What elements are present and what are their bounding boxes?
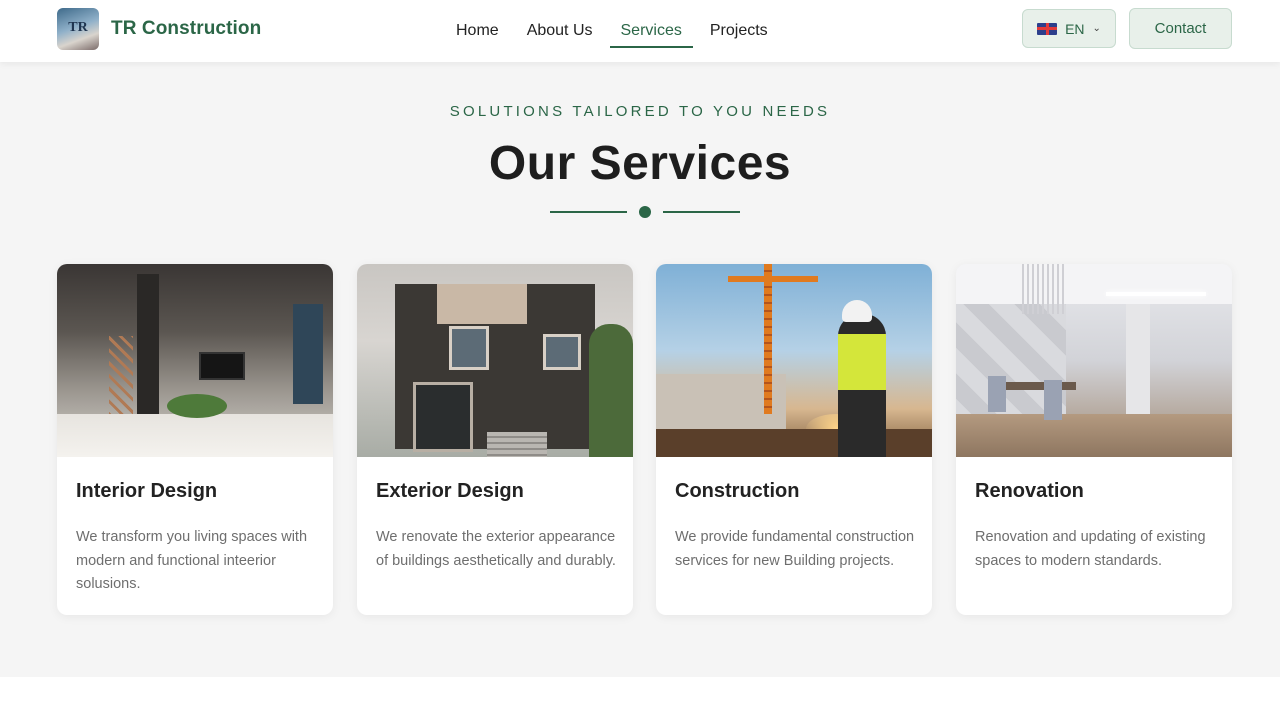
title-divider — [550, 205, 740, 219]
card-description: We renovate the exterior appearance of b… — [376, 529, 616, 569]
card-description: We provide fundamental construction serv… — [675, 529, 915, 569]
card-description: Renovation and updating of existing spac… — [975, 529, 1206, 569]
interior-design-image — [57, 264, 333, 457]
nav-item-home[interactable]: Home — [456, 0, 510, 62]
nav-item-about-us[interactable]: About Us — [516, 0, 604, 62]
nav-item-projects[interactable]: Projects — [699, 0, 779, 62]
card-description: We transform you living spaces with mode… — [76, 529, 308, 592]
language-code: EN — [1065, 20, 1085, 37]
contact-button[interactable]: Contact — [1129, 8, 1232, 49]
card-title: Exterior Design — [376, 480, 524, 502]
service-card-construction[interactable]: Construction We provide fundamental cons… — [656, 264, 932, 615]
brand-logo[interactable]: TR — [57, 8, 99, 50]
section-title: Our Services — [488, 137, 792, 190]
brand-name[interactable]: TR Construction — [111, 18, 261, 40]
divider-dot — [639, 206, 651, 218]
card-title: Renovation — [975, 480, 1084, 502]
service-card-exterior-design[interactable]: Exterior Design We renovate the exterior… — [357, 264, 633, 615]
language-selector[interactable]: EN ⌄ — [1022, 9, 1116, 48]
brand[interactable]: TR TR Construction — [57, 8, 261, 50]
service-card-renovation[interactable]: Renovation Renovation and updating of ex… — [956, 264, 1232, 615]
exterior-design-image — [357, 264, 633, 457]
logo-text: TR — [68, 20, 88, 35]
divider-line-left — [550, 211, 627, 213]
site-header: TR TR Construction Home About Us Service… — [0, 0, 1280, 62]
renovation-image — [956, 264, 1232, 457]
card-title: Construction — [675, 480, 800, 502]
construction-image — [656, 264, 932, 457]
divider-line-right — [663, 211, 740, 213]
card-title: Interior Design — [76, 480, 218, 502]
main-nav: Home About Us Services Projects — [456, 0, 779, 62]
nav-item-services[interactable]: Services — [609, 0, 694, 62]
section-eyebrow: SOLUTIONS TAILORED TO YOU NEEDS — [449, 103, 831, 120]
chevron-down-icon: ⌄ — [1092, 23, 1101, 34]
service-card-interior-design[interactable]: Interior Design We transform you living … — [57, 264, 333, 615]
uk-flag-icon — [1037, 22, 1058, 35]
next-section — [0, 677, 1280, 722]
